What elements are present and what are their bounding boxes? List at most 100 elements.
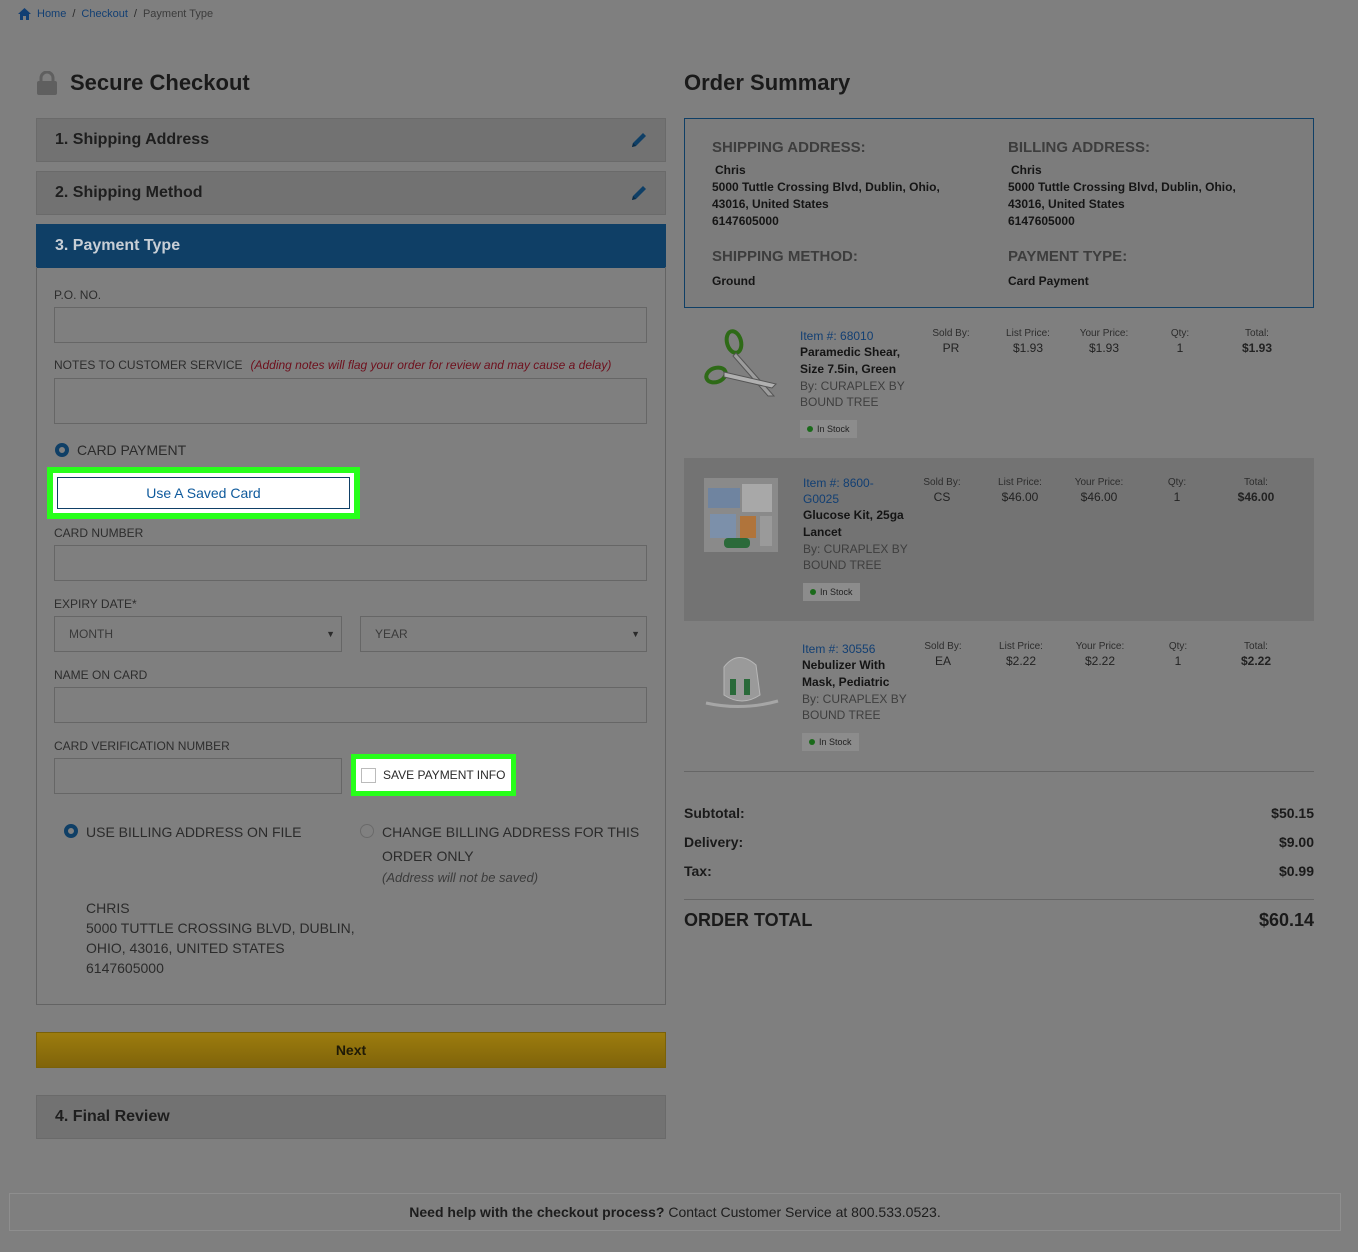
item-number[interactable]: Item #: 30556 [802, 641, 912, 657]
billing-line1: 5000 TUTTLE CROSSING BLVD, DUBLIN, [86, 920, 355, 936]
card-number-input[interactable] [54, 545, 647, 581]
name-on-card-input[interactable] [54, 687, 647, 723]
change-billing-line2: ORDER ONLY [382, 848, 474, 864]
shipping-address-section: SHIPPING ADDRESS: Chris 5000 Tuttle Cros… [712, 139, 1002, 230]
card-payment-radio[interactable] [55, 443, 69, 457]
checkbox[interactable] [361, 767, 376, 783]
use-billing-label: USE BILLING ADDRESS ON FILE [86, 824, 302, 840]
po-number-input[interactable] [54, 307, 647, 343]
billing-phone: 6147605000 [1008, 214, 1075, 228]
use-saved-card-button[interactable]: Use A Saved Card [57, 477, 350, 509]
tax-row: Tax: $0.99 [684, 863, 1314, 879]
item-name-line2[interactable]: Mask, Pediatric [802, 674, 912, 691]
save-payment-info-checkbox[interactable]: SAVE PAYMENT INFO [351, 754, 516, 796]
saved-card-highlight: Use A Saved Card [47, 467, 360, 519]
total-value: $46.00 [1237, 490, 1275, 504]
item-name-line1[interactable]: Paramedic Shear, [800, 344, 910, 361]
step-shipping-address[interactable]: 1. Shipping Address [36, 118, 666, 162]
change-billing-radio[interactable] [360, 824, 374, 838]
shipping-phone: 6147605000 [712, 214, 779, 228]
month-placeholder: MONTH [69, 627, 113, 641]
breadcrumb-home-link[interactable]: Home [37, 8, 66, 20]
in-stock-dot-icon [810, 589, 816, 595]
name-on-card-label: NAME ON CARD [54, 668, 148, 682]
list-price-header: List Price: [1006, 328, 1050, 339]
lock-icon [37, 71, 57, 95]
card-payment-option[interactable]: CARD PAYMENT [55, 442, 186, 458]
change-billing-option[interactable]: CHANGE BILLING ADDRESS FOR THIS ORDER ON… [360, 820, 639, 885]
tax-label: Tax: [684, 863, 712, 879]
shipping-name: Chris [715, 163, 746, 177]
notes-textarea[interactable] [54, 378, 647, 424]
change-billing-text: CHANGE BILLING ADDRESS FOR THIS ORDER ON… [382, 820, 639, 885]
notes-warning: (Adding notes will flag your order for r… [250, 358, 612, 372]
item-name-line2[interactable]: Lancet [803, 524, 913, 541]
item-number[interactable]: Item #: 68010 [800, 328, 910, 344]
item-name-line2[interactable]: Size 7.5in, Green [800, 361, 910, 378]
use-billing-on-file-option[interactable]: USE BILLING ADDRESS ON FILE [64, 820, 302, 844]
qty-column: Qty: 1 [1157, 477, 1197, 504]
tax-value: $0.99 [1278, 863, 1314, 879]
qty-header: Qty: [1167, 477, 1187, 488]
total-column: Total: $1.93 [1230, 328, 1284, 355]
page-title: Secure Checkout [70, 70, 250, 95]
dropdown-arrow-icon: ▼ [326, 629, 335, 639]
breadcrumb-checkout-link[interactable]: Checkout [81, 8, 127, 20]
sold-by-header: Sold By: [932, 328, 970, 339]
cart-item: Item #: 30556 Nebulizer With Mask, Pedia… [684, 631, 1314, 761]
list-price-column: List Price: $1.93 [996, 328, 1060, 355]
item-number-line1[interactable]: Item #: 8600- [803, 475, 913, 491]
step-shipping-method[interactable]: 2. Shipping Method [36, 171, 666, 215]
list-price-value: $1.93 [1012, 341, 1044, 355]
item-brand-line2: BOUND TREE [800, 395, 879, 409]
step-payment-type[interactable]: 3. Payment Type [36, 224, 666, 268]
expiry-year-select[interactable]: YEAR ▼ [360, 616, 647, 652]
in-stock-dot-icon [809, 739, 815, 745]
nebulizer-mask-image [705, 657, 779, 709]
billing-phone: 6147605000 [86, 960, 164, 976]
your-price-value: $2.22 [1084, 654, 1116, 668]
sold-by-value: CS [933, 490, 951, 504]
order-total-value: $60.14 [1258, 910, 1314, 930]
item-number-line2[interactable]: G0025 [803, 491, 913, 507]
home-icon[interactable] [18, 8, 31, 20]
sold-by-column: Sold By: EA [918, 641, 968, 668]
item-brand-line2: BOUND TREE [803, 558, 882, 572]
shipping-line2: 43016, United States [712, 197, 829, 211]
list-price-column: List Price: $46.00 [988, 477, 1052, 504]
billing-line1: 5000 Tuttle Crossing Blvd, Dublin, Ohio, [1008, 180, 1236, 194]
edit-pencil-icon[interactable] [629, 130, 649, 150]
qty-column: Qty: 1 [1160, 328, 1200, 355]
subtotal-value: $50.15 [1271, 805, 1314, 821]
year-placeholder: YEAR [375, 627, 408, 641]
step-final-review[interactable]: 4. Final Review [36, 1095, 666, 1139]
notes-label-text: NOTES TO CUSTOMER SERVICE [54, 358, 243, 372]
qty-header: Qty: [1170, 328, 1190, 339]
order-total-row: ORDER TOTAL $60.14 [684, 910, 1314, 931]
item-name-line1[interactable]: Nebulizer With [802, 657, 912, 674]
use-billing-radio[interactable] [64, 824, 78, 838]
next-button[interactable]: Next [36, 1032, 666, 1068]
cvn-label: CARD VERIFICATION NUMBER [54, 739, 230, 753]
expiry-date-label: EXPIRY DATE* [54, 597, 137, 611]
checkout-title: Secure Checkout [36, 70, 250, 96]
list-price-value: $46.00 [1001, 490, 1039, 504]
breadcrumb-separator: / [72, 8, 76, 20]
edit-pencil-icon[interactable] [629, 183, 649, 203]
shipping-method-heading: SHIPPING METHOD: [712, 248, 858, 265]
checkout-help-bar: Need help with the checkout process? Con… [9, 1193, 1341, 1231]
cart-item: Item #: 8600- G0025 Glucose Kit, 25ga La… [684, 458, 1314, 621]
expiry-month-select[interactable]: MONTH ▼ [54, 616, 342, 652]
your-price-header: Your Price: [1075, 641, 1125, 652]
breadcrumb-current: Payment Type [142, 8, 214, 20]
cvn-input[interactable] [54, 758, 342, 794]
total-header: Total: [1245, 328, 1269, 339]
item-name-line1[interactable]: Glucose Kit, 25ga [803, 507, 913, 524]
summary-address-box: SHIPPING ADDRESS: Chris 5000 Tuttle Cros… [684, 118, 1314, 308]
billing-line2: OHIO, 43016, UNITED STATES [86, 940, 285, 956]
qty-value: 1 [1173, 490, 1181, 504]
glucose-kit-image [704, 478, 778, 552]
breadcrumb-separator: / [133, 8, 137, 20]
your-price-header: Your Price: [1074, 477, 1124, 488]
list-price-value: $2.22 [1005, 654, 1037, 668]
